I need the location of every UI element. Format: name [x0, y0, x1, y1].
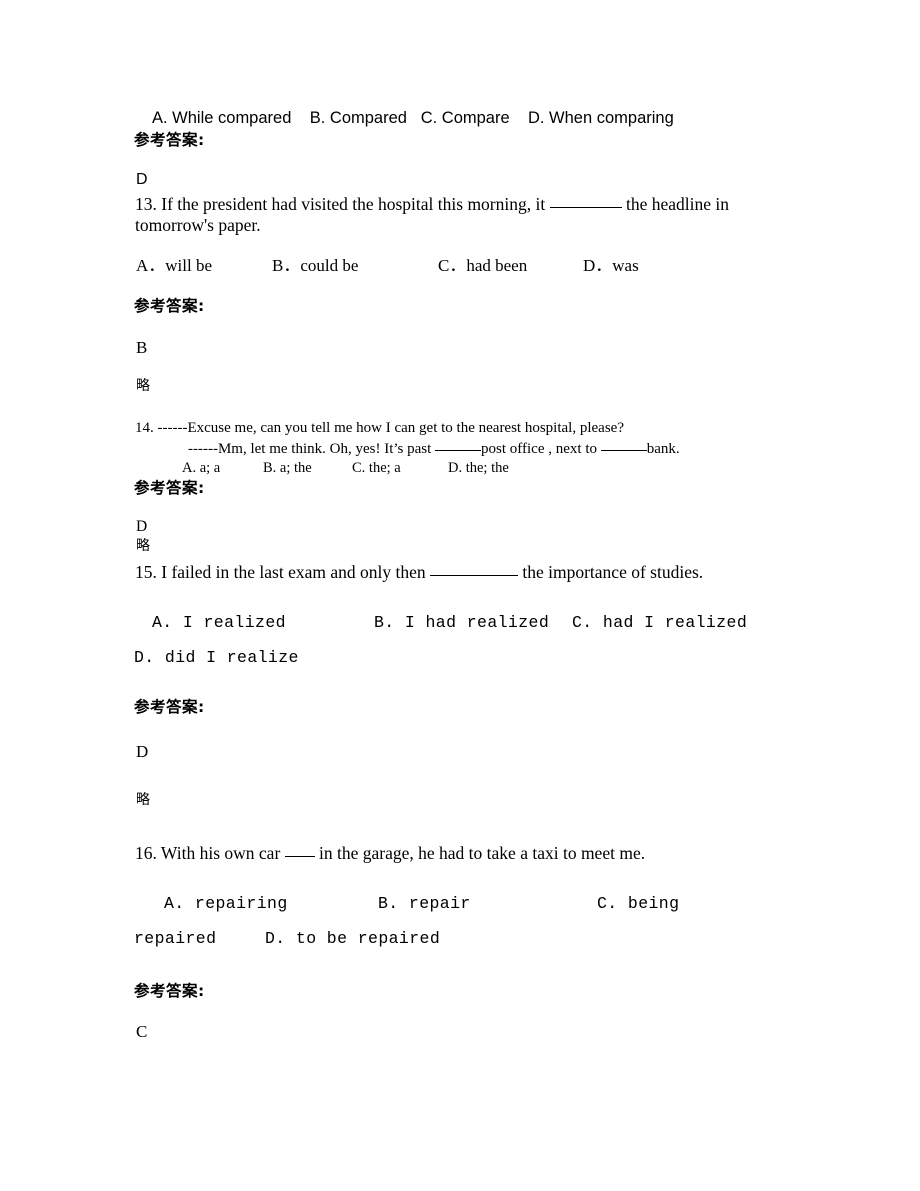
question-12-options-line: A. While compared B. Compared C. Compare…: [152, 109, 674, 127]
question-13-stem: 13. If the president had visited the hos…: [135, 194, 750, 236]
answer-heading-15: 参考答案:: [134, 698, 205, 716]
question-16-option-a: A. repairing: [164, 894, 288, 913]
question-14-option-d: D. the; the: [448, 460, 509, 476]
question-14-option-a: A. a; a: [182, 460, 221, 476]
question-14-stem-line-2: ------Mm, let me think. Oh, yes! It’s pa…: [188, 440, 680, 459]
question-15-option-a: A. I realized: [152, 613, 286, 632]
answer-value-12: D: [136, 171, 148, 188]
question-15-option-c: C. had I realized: [572, 613, 748, 632]
question-16-option-c-head: C. being: [597, 894, 680, 913]
question-14-stem-line2-part-c: bank.: [646, 441, 680, 457]
question-15-blank: [430, 575, 518, 576]
question-13-option-c: C．had been: [438, 256, 528, 275]
document-page: A. While compared B. Compared C. Compare…: [0, 0, 920, 1191]
question-15-option-b: B. I had realized: [374, 613, 550, 632]
question-14-option-c: C. the; a: [352, 460, 401, 476]
question-16-option-c-tail: repaired: [134, 929, 217, 948]
question-15-option-d: D. did I realize: [134, 648, 299, 667]
answer-heading-14: 参考答案:: [134, 479, 205, 497]
question-13-option-b: B．could be: [272, 256, 359, 275]
question-14-blank-2: [600, 450, 647, 451]
omitted-marker-15: 略: [136, 792, 150, 808]
answer-value-14: D: [136, 518, 148, 535]
question-15-stem: 15. I failed in the last exam and only t…: [135, 562, 755, 583]
answer-heading-13: 参考答案:: [134, 297, 205, 315]
question-14-stem-line-1: 14. ------Excuse me, can you tell me how…: [135, 420, 624, 436]
question-14-option-b: B. a; the: [263, 460, 312, 476]
answer-value-15: D: [136, 742, 149, 761]
question-14-stem-line2-part-a: ------Mm, let me think. Oh, yes! It’s pa…: [188, 441, 436, 457]
answer-value-13: B: [136, 338, 148, 357]
answer-value-16: C: [136, 1022, 148, 1041]
question-16-option-b: B. repair: [378, 894, 471, 913]
question-13-stem-part1: 13. If the president had visited the hos…: [135, 194, 550, 214]
question-16-stem-part2: in the garage, he had to take a taxi to …: [314, 843, 646, 863]
question-13-option-a: A．will be: [136, 256, 213, 275]
question-13-option-d: D．was: [583, 256, 639, 275]
question-15-stem-part2: the importance of studies.: [518, 562, 704, 582]
question-14-stem-line2-part-b: post office , next to: [481, 441, 601, 457]
omitted-marker-13: 略: [136, 378, 150, 394]
omitted-marker-14: 略: [136, 538, 150, 554]
question-14-blank-1: [435, 450, 482, 451]
question-15-stem-part1: 15. I failed in the last exam and only t…: [135, 562, 430, 582]
question-16-blank: [284, 856, 315, 857]
answer-heading-16: 参考答案:: [134, 982, 205, 1000]
question-16-stem-part1: 16. With his own car: [135, 843, 285, 863]
question-16-stem: 16. With his own car in the garage, he h…: [135, 843, 755, 864]
answer-heading-12: 参考答案:: [134, 131, 205, 149]
question-13-blank: [549, 207, 622, 208]
question-16-option-d: D. to be repaired: [265, 929, 441, 948]
